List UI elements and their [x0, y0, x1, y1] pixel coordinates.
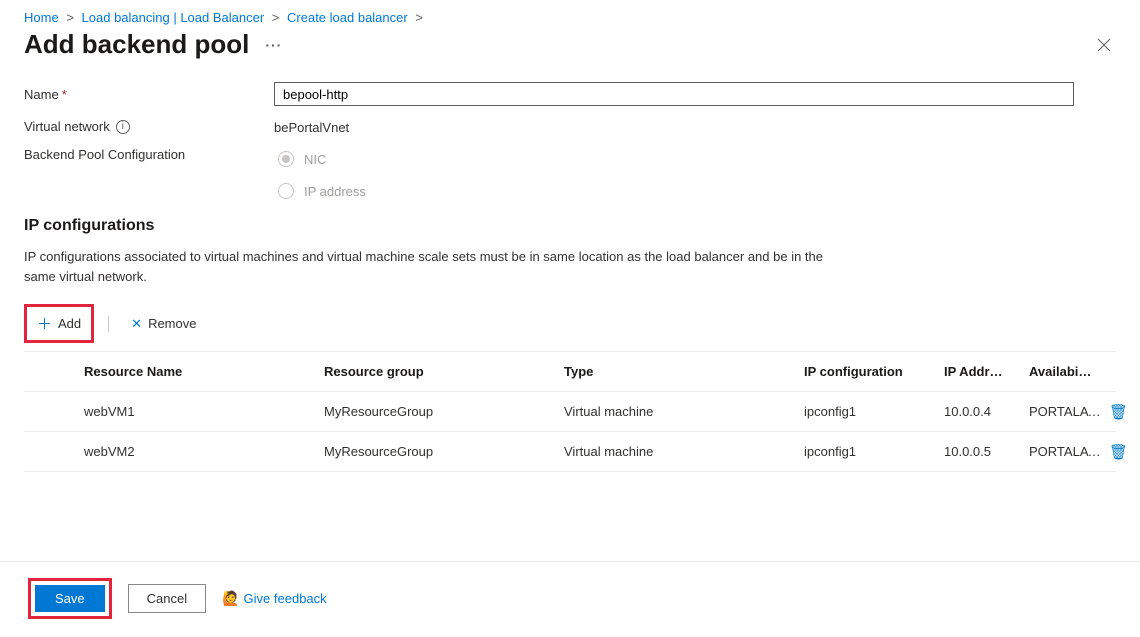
plus-icon: ＋	[37, 313, 52, 334]
cancel-button[interactable]: Cancel	[128, 584, 206, 613]
backend-config-row: Backend Pool Configuration NIC IP addres…	[24, 147, 1116, 199]
chevron-right-icon: >	[66, 10, 74, 25]
cell-ip-addr: 10.0.0.5	[944, 444, 1029, 459]
chevron-right-icon: >	[272, 10, 280, 25]
add-button[interactable]: ＋ Add	[29, 309, 89, 338]
breadcrumb: Home > Load balancing | Load Balancer > …	[0, 0, 1140, 29]
ip-config-description: IP configurations associated to virtual …	[24, 247, 844, 286]
page-title: Add backend pool ···	[24, 29, 282, 60]
x-icon: ✕	[131, 316, 142, 332]
page-footer: Save Cancel 🙋 Give feedback	[0, 561, 1140, 637]
radio-circle-icon	[278, 151, 294, 167]
delete-row-button[interactable]: 🗑	[1109, 403, 1139, 421]
save-highlight-box: Save	[28, 578, 112, 619]
breadcrumb-home[interactable]: Home	[24, 10, 59, 25]
radio-ip-label: IP address	[304, 184, 366, 199]
table-row[interactable]: webVM2 MyResourceGroup Virtual machine i…	[24, 432, 1116, 472]
ip-config-toolbar: ＋ Add ✕ Remove	[24, 304, 1116, 343]
breadcrumb-load-balancing[interactable]: Load balancing | Load Balancer	[82, 10, 265, 25]
page-header: Add backend pool ···	[0, 29, 1140, 74]
col-type[interactable]: Type	[564, 364, 804, 379]
toolbar-separator	[108, 316, 109, 332]
cell-type: Virtual machine	[564, 444, 804, 459]
table-header-row: Resource Name Resource group Type IP con…	[24, 352, 1116, 392]
info-icon[interactable]: i	[116, 120, 130, 134]
cell-resource-group: MyResourceGroup	[324, 444, 564, 459]
add-button-label: Add	[58, 316, 81, 331]
radio-nic[interactable]: NIC	[278, 151, 366, 167]
col-availability[interactable]: Availabi…	[1029, 364, 1109, 379]
cell-resource-group: MyResourceGroup	[324, 404, 564, 419]
table-row[interactable]: webVM1 MyResourceGroup Virtual machine i…	[24, 392, 1116, 432]
backend-config-options: NIC IP address	[274, 147, 366, 199]
required-asterisk: *	[62, 87, 67, 102]
col-ip-config[interactable]: IP configuration	[804, 364, 944, 379]
vnet-value: bePortalVnet	[274, 118, 349, 135]
form-region: Name * Virtual network i bePortalVnet Ba…	[0, 74, 1140, 472]
vnet-row: Virtual network i bePortalVnet	[24, 118, 1116, 135]
name-label-text: Name	[24, 87, 59, 102]
ip-config-section-title: IP configurations	[24, 217, 1116, 235]
name-row: Name *	[24, 82, 1116, 106]
cell-ip-config: ipconfig1	[804, 444, 944, 459]
close-icon[interactable]	[1092, 33, 1116, 57]
vnet-label-text: Virtual network	[24, 119, 110, 134]
cell-availability: PORTALAVA	[1029, 444, 1109, 459]
cell-resource-name: webVM1	[84, 404, 324, 419]
give-feedback-link[interactable]: 🙋 Give feedback	[222, 590, 327, 607]
feedback-label: Give feedback	[244, 591, 327, 606]
add-highlight-box: ＋ Add	[24, 304, 94, 343]
save-button[interactable]: Save	[35, 585, 105, 612]
name-input[interactable]	[274, 82, 1074, 106]
cell-type: Virtual machine	[564, 404, 804, 419]
feedback-person-icon: 🙋	[222, 590, 239, 607]
backend-config-label: Backend Pool Configuration	[24, 147, 274, 162]
trash-icon: 🗑	[1109, 444, 1128, 461]
delete-row-button[interactable]: 🗑	[1109, 443, 1139, 461]
breadcrumb-create-load-balancer[interactable]: Create load balancer	[287, 10, 408, 25]
trash-icon: 🗑	[1109, 404, 1128, 421]
chevron-right-icon: >	[415, 10, 423, 25]
remove-button-label: Remove	[148, 316, 196, 331]
cell-ip-addr: 10.0.0.4	[944, 404, 1029, 419]
col-resource-name[interactable]: Resource Name	[84, 364, 324, 379]
more-icon[interactable]: ···	[265, 37, 282, 53]
col-resource-group[interactable]: Resource group	[324, 364, 564, 379]
name-label: Name *	[24, 87, 274, 102]
col-ip-addr[interactable]: IP Addr…	[944, 364, 1029, 379]
radio-nic-label: NIC	[304, 152, 326, 167]
cell-ip-config: ipconfig1	[804, 404, 944, 419]
ip-config-table: Resource Name Resource group Type IP con…	[24, 351, 1116, 472]
remove-button[interactable]: ✕ Remove	[123, 312, 204, 336]
radio-ip-address[interactable]: IP address	[278, 183, 366, 199]
radio-circle-icon	[278, 183, 294, 199]
cell-availability: PORTALAVA	[1029, 404, 1109, 419]
vnet-label: Virtual network i	[24, 119, 274, 134]
page-title-text: Add backend pool	[24, 29, 249, 60]
cell-resource-name: webVM2	[84, 444, 324, 459]
